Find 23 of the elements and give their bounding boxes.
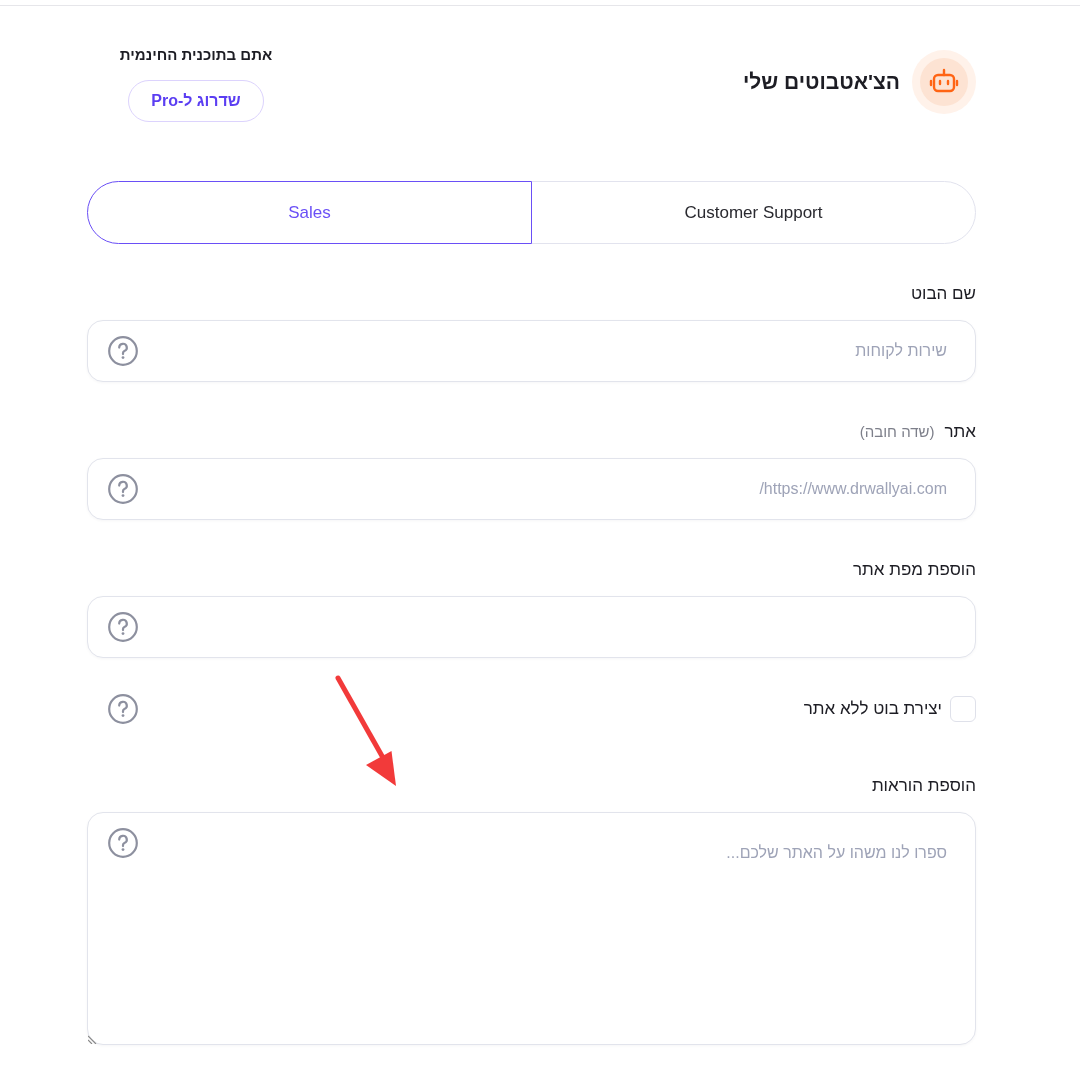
field-label: אתר — [944, 422, 976, 442]
text-input-field[interactable]: https://www.drwallyai.com/ — [87, 458, 976, 520]
field-label: הוספת מפת אתר — [852, 560, 976, 580]
text-area-field[interactable]: ספרו לנו משהו על האתר שלכם... — [87, 812, 976, 1045]
help-icon[interactable] — [108, 336, 138, 366]
tab[interactable]: Customer Support — [531, 181, 976, 244]
help-icon[interactable] — [108, 612, 138, 642]
field-label: הוספת הוראות — [871, 776, 976, 796]
field-label: שם הבוט — [910, 284, 976, 304]
help-icon[interactable] — [108, 828, 138, 858]
checkbox-label[interactable]: יצירת בוט ללא אתר — [803, 699, 942, 719]
upgrade-button[interactable]: שדרוג ל-Pro — [128, 80, 264, 122]
checkbox[interactable] — [950, 696, 976, 722]
required-note: (שדה חובה) — [859, 422, 935, 442]
help-icon[interactable] — [108, 694, 138, 724]
robot-icon — [912, 50, 976, 114]
text-input-field[interactable]: שירות לקוחות — [87, 320, 976, 382]
text-input-field[interactable] — [87, 596, 976, 658]
page-title: הצ'אטבוטים שלי — [742, 69, 900, 95]
help-icon[interactable] — [108, 474, 138, 504]
resize-grip-icon[interactable] — [88, 1034, 98, 1044]
tab[interactable]: Sales — [87, 181, 532, 244]
plan-note: אתם בתוכנית החינמית — [119, 45, 273, 65]
